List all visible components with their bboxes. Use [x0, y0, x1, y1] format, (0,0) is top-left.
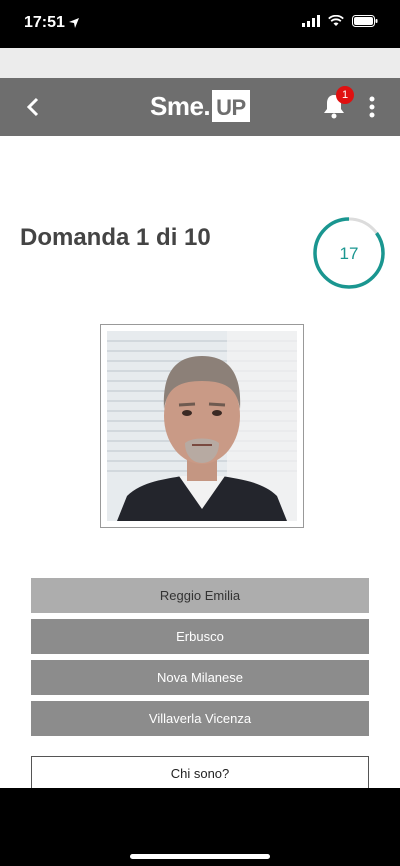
app-screen: Sme. UP 1 Domanda 1 di 10 17 Reggio Emil… [0, 48, 400, 788]
who-am-i-button[interactable]: Chi sono? [31, 756, 369, 788]
question-title: Domanda 1 di 10 [20, 224, 211, 251]
more-menu-button[interactable] [364, 92, 380, 122]
countdown-timer: 17 [312, 216, 386, 290]
status-bar: 17:51 [0, 0, 400, 48]
more-vertical-icon [369, 96, 375, 118]
location-arrow-icon [68, 16, 80, 34]
chevron-left-icon [26, 97, 39, 117]
answer-option-1[interactable]: Reggio Emilia [31, 578, 369, 613]
answer-option-3[interactable]: Nova Milanese [31, 660, 369, 695]
wifi-icon [328, 14, 344, 32]
notification-badge: 1 [336, 86, 354, 104]
home-indicator[interactable] [130, 854, 270, 859]
back-button[interactable] [18, 92, 48, 122]
top-band [0, 48, 400, 78]
logo-text: Sme. [150, 90, 211, 121]
timer-value: 17 [340, 244, 359, 263]
app-logo: Sme. UP [150, 90, 250, 122]
status-time: 17:51 [24, 14, 65, 31]
person-photo-frame [100, 324, 304, 528]
answer-option-2[interactable]: Erbusco [31, 619, 369, 654]
signal-icon [302, 14, 320, 32]
logo-box-text: UP [212, 90, 250, 122]
person-photo [107, 331, 297, 521]
answer-option-4[interactable]: Villaverla Vicenza [31, 701, 369, 736]
battery-icon [352, 14, 378, 32]
app-header: Sme. UP 1 [0, 78, 400, 136]
